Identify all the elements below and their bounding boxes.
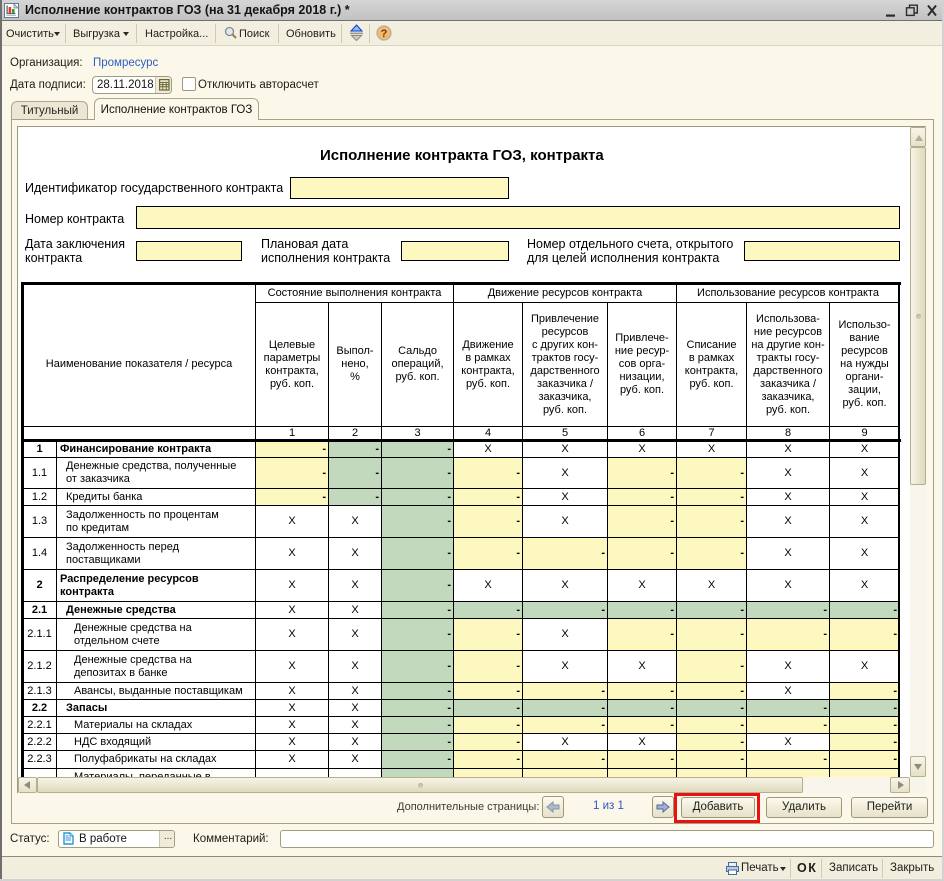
svg-text:?: ? <box>381 28 388 40</box>
